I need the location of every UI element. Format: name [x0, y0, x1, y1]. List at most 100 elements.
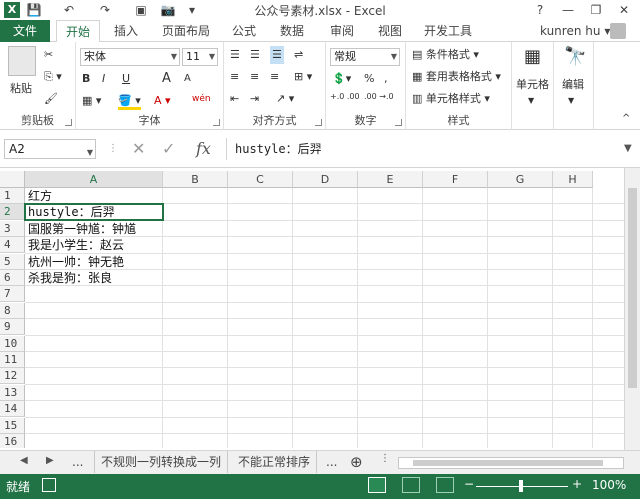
cell-a1[interactable]: 红方 — [28, 188, 52, 204]
percent-button[interactable]: % — [364, 70, 374, 88]
row-header[interactable]: 8 — [0, 303, 25, 319]
number-launcher-icon[interactable] — [395, 119, 402, 126]
collapse-ribbon-icon[interactable]: ^ — [622, 110, 630, 128]
orientation-icon[interactable]: ↗ ▾ — [276, 90, 294, 108]
select-all-corner[interactable] — [0, 171, 25, 188]
restore-button[interactable]: ❐ — [582, 0, 610, 20]
zoom-out-button[interactable]: − — [464, 477, 474, 491]
tab-split-handle-icon[interactable]: ⋮ — [380, 453, 390, 464]
tab-page-layout[interactable]: 页面布局 — [154, 20, 218, 42]
sheet-tabs-more-left[interactable]: ... — [66, 451, 89, 473]
align-middle-icon[interactable]: ☰ — [250, 46, 260, 64]
row-header[interactable]: 15 — [0, 418, 25, 434]
merge-center-icon[interactable]: ⊞ ▾ — [294, 68, 312, 86]
underline-button[interactable]: U — [122, 70, 130, 88]
copy-icon[interactable]: ⎘ ▾ — [44, 68, 62, 86]
row-header[interactable]: 11 — [0, 352, 25, 368]
sheet-tab[interactable]: 不能正常排序 — [232, 451, 318, 473]
tab-home[interactable]: 开始 — [56, 20, 100, 43]
row-header[interactable]: 12 — [0, 368, 25, 384]
tab-insert[interactable]: 插入 — [104, 20, 148, 42]
horizontal-scrollbar[interactable] — [398, 457, 624, 469]
cell-a5[interactable]: 杭州一帅：钟无艳 — [28, 254, 124, 270]
paste-icon[interactable] — [8, 46, 36, 76]
zoom-in-button[interactable]: + — [572, 477, 582, 491]
tab-file[interactable]: 文件 — [0, 20, 50, 42]
help-button[interactable]: ? — [526, 0, 554, 20]
avatar[interactable] — [610, 23, 626, 39]
cells-group[interactable]: ▦ 单元格 ▼ — [512, 42, 554, 130]
align-right-icon[interactable]: ≡ — [270, 68, 279, 86]
phonetic-button[interactable]: wén — [192, 90, 211, 108]
row-header[interactable]: 10 — [0, 336, 25, 352]
align-bottom-icon[interactable]: ☰ — [270, 46, 284, 64]
decrease-decimal-button[interactable]: .00 →.0 — [364, 92, 394, 110]
column-header[interactable]: D — [293, 171, 358, 188]
tab-review[interactable]: 审阅 — [322, 20, 362, 42]
cell-a3[interactable]: 国服第一钟馗：钟馗 — [28, 221, 136, 237]
page-break-view-icon[interactable] — [436, 477, 454, 493]
format-painter-icon[interactable]: 🖌 — [44, 90, 58, 108]
shrink-font-button[interactable]: A — [184, 70, 191, 88]
tab-formulas[interactable]: 公式 — [224, 20, 264, 42]
new-sheet-button[interactable]: ⊕ — [344, 451, 369, 473]
user-name[interactable]: kunren hu ▾ — [540, 20, 610, 42]
column-header[interactable]: H — [553, 171, 593, 188]
macro-record-icon[interactable] — [42, 478, 56, 492]
fill-color-icon[interactable]: 🪣 ▾ — [118, 92, 141, 110]
horizontal-scroll-thumb[interactable] — [413, 460, 603, 466]
worksheet-grid[interactable]: A B C D E F G H 1 2 3 4 5 6 7 8 9 10 11 12 13 14 15 16 红方 hustyle… — [0, 168, 624, 448]
clipboard-launcher-icon[interactable] — [65, 119, 72, 126]
italic-button[interactable]: I — [102, 70, 105, 88]
comma-button[interactable]: , — [384, 70, 388, 88]
column-header[interactable]: G — [488, 171, 553, 188]
conditional-format-button[interactable]: ▤ 条件格式 ▾ — [412, 46, 479, 64]
row-header[interactable]: 13 — [0, 385, 25, 401]
decrease-indent-icon[interactable]: ⇤ — [230, 90, 239, 108]
increase-indent-icon[interactable]: ⇥ — [250, 90, 259, 108]
minimize-button[interactable]: — — [554, 0, 582, 20]
column-header[interactable]: A — [25, 171, 163, 188]
sheet-tabs-more-right[interactable]: ... — [320, 451, 343, 473]
row-header[interactable]: 16 — [0, 434, 25, 448]
cell-a4[interactable]: 我是小学生：赵云 — [28, 237, 124, 253]
font-name-select[interactable]: 宋体 ▼ — [80, 48, 180, 66]
insert-function-icon[interactable]: fx — [196, 138, 211, 160]
row-header[interactable]: 5 — [0, 254, 25, 270]
align-left-icon[interactable]: ≡ — [230, 68, 239, 86]
column-header[interactable]: B — [163, 171, 228, 188]
format-as-table-button[interactable]: ▦ 套用表格格式 ▾ — [412, 68, 501, 86]
name-box[interactable]: A2 ▼ — [4, 139, 96, 159]
expand-formula-bar-icon[interactable]: ▼ — [624, 138, 632, 160]
row-header[interactable]: 4 — [0, 237, 25, 253]
page-layout-view-icon[interactable] — [402, 477, 420, 493]
close-button[interactable]: ✕ — [610, 0, 638, 20]
cell-a6[interactable]: 杀我是狗：张良 — [28, 270, 112, 286]
paste-button[interactable]: 粘贴 — [10, 80, 32, 98]
sheet-prev-icon[interactable]: ◀ — [20, 455, 28, 466]
cell-styles-button[interactable]: ▥ 单元格样式 ▾ — [412, 90, 490, 108]
editing-group[interactable]: 🔭 编辑 ▼ — [554, 42, 594, 130]
row-header[interactable]: 6 — [0, 270, 25, 286]
column-header[interactable]: F — [423, 171, 488, 188]
borders-icon[interactable]: ▦ ▾ — [82, 92, 101, 110]
tab-developer[interactable]: 开发工具 — [418, 20, 478, 42]
row-header[interactable]: 2 — [0, 204, 25, 220]
normal-view-icon[interactable] — [368, 477, 386, 493]
column-header[interactable]: E — [358, 171, 423, 188]
align-top-icon[interactable]: ☰ — [230, 46, 240, 64]
row-header[interactable]: 1 — [0, 188, 25, 204]
font-size-select[interactable]: 11 ▼ — [182, 48, 218, 66]
cancel-icon[interactable]: ✕ — [132, 138, 145, 160]
vertical-scrollbar[interactable] — [624, 168, 640, 450]
column-header[interactable]: C — [228, 171, 293, 188]
font-launcher-icon[interactable] — [213, 119, 220, 126]
number-format-select[interactable]: 常规 ▼ — [330, 48, 400, 66]
sheet-next-icon[interactable]: ▶ — [46, 455, 54, 466]
row-header[interactable]: 9 — [0, 319, 25, 335]
enter-icon[interactable]: ✓ — [162, 138, 175, 160]
bold-button[interactable]: B — [82, 70, 90, 88]
cut-icon[interactable]: ✂ — [44, 46, 53, 64]
align-center-icon[interactable]: ≡ — [250, 68, 259, 86]
currency-icon[interactable]: 💲▾ — [332, 70, 351, 88]
